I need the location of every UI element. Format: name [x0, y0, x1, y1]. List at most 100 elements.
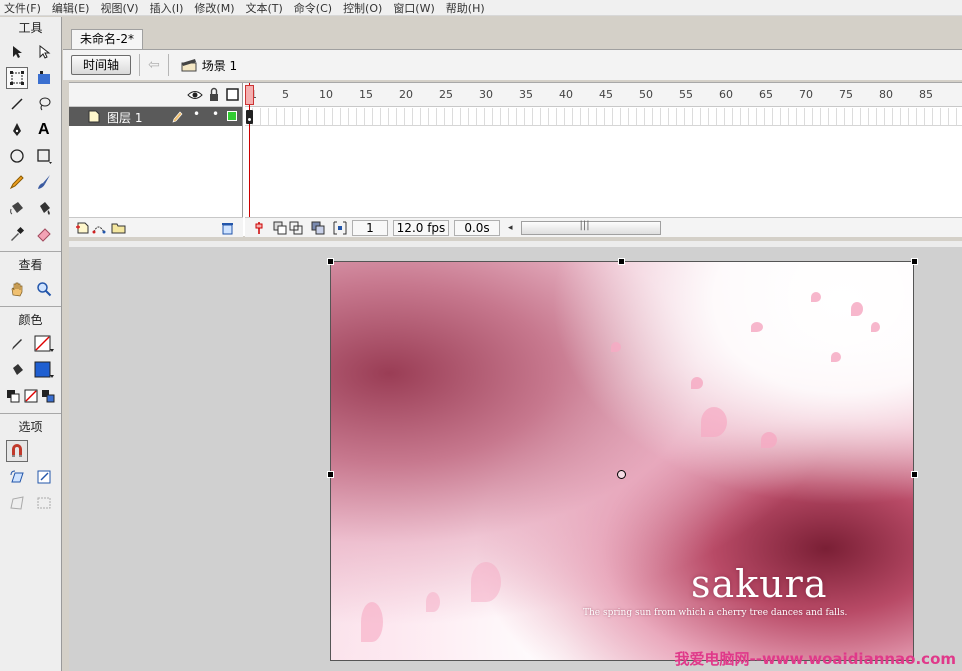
brush-tool-icon[interactable]	[33, 171, 55, 193]
petal	[851, 302, 863, 316]
grip-icon: |||	[579, 219, 590, 231]
edit-bar: 时间轴 ⇦ 场景 1	[63, 49, 962, 80]
layers-header	[69, 83, 242, 107]
tools-panel: 工具 A 查看 颜色 选项	[0, 17, 62, 671]
pen-tool-icon[interactable]	[6, 119, 28, 141]
eyedropper-tool-icon[interactable]	[6, 223, 28, 245]
black-white-icon[interactable]	[4, 385, 22, 407]
snap-to-objects-icon[interactable]	[6, 440, 28, 462]
scale-icon[interactable]	[33, 466, 55, 488]
ruler-label: 50	[639, 88, 653, 101]
ink-bottle-tool-icon[interactable]	[6, 197, 28, 219]
paint-bucket-tool-icon[interactable]	[33, 197, 55, 219]
ruler-label: 35	[519, 88, 533, 101]
stage-area[interactable]: sakura The spring sun from which a cherr…	[69, 241, 962, 671]
delete-layer-icon[interactable]	[221, 221, 234, 235]
petal	[761, 432, 777, 448]
timeline-panel: 图层 1 • • 1 5 10 15 20 25 30	[69, 82, 962, 237]
menu-bar: 文件(F) 编辑(E) 视图(V) 插入(I) 修改(M) 文本(T) 命令(C…	[0, 0, 962, 16]
menu-text[interactable]: 文本(T)	[241, 0, 289, 16]
petal	[426, 592, 440, 612]
outline-icon[interactable]	[226, 88, 239, 101]
ruler-label: 15	[359, 88, 373, 101]
keyframe[interactable]	[246, 110, 253, 124]
frame-ruler[interactable]: 1 5 10 15 20 25 30 35 40 45 50 55 60 65 …	[245, 83, 962, 107]
layer-outline-swatch[interactable]	[227, 111, 237, 121]
edit-multiple-frames-icon[interactable]	[311, 221, 325, 235]
menu-modify[interactable]: 修改(M)	[190, 0, 241, 16]
fill-color-swatch[interactable]	[33, 359, 55, 381]
free-transform-tool-icon[interactable]	[6, 67, 29, 89]
hand-tool-icon[interactable]	[6, 278, 28, 300]
onion-skin-outlines-icon[interactable]	[289, 221, 303, 235]
selection-tool-icon[interactable]	[6, 41, 28, 63]
insert-layer-icon[interactable]	[75, 221, 89, 234]
ruler-label: 40	[559, 88, 573, 101]
clapperboard-icon	[181, 59, 197, 72]
transform-handle-top-center[interactable]	[618, 258, 625, 265]
subselection-tool-icon[interactable]	[33, 41, 55, 63]
transform-handle-middle-left[interactable]	[327, 471, 334, 478]
onion-skin-icon[interactable]	[273, 221, 287, 235]
sakura-logo-text: sakura	[691, 562, 828, 606]
menu-file[interactable]: 文件(F)	[0, 0, 48, 16]
menu-control[interactable]: 控制(O)	[339, 0, 389, 16]
current-frame-field[interactable]: 1	[352, 219, 388, 236]
rectangle-tool-icon[interactable]	[33, 145, 55, 167]
line-tool-icon[interactable]	[6, 93, 28, 115]
transform-handle-middle-right[interactable]	[911, 471, 918, 478]
pencil-tool-icon[interactable]	[6, 171, 28, 193]
zoom-tool-icon[interactable]	[33, 278, 55, 300]
eye-icon[interactable]	[187, 89, 203, 101]
view-title: 查看	[18, 258, 43, 272]
petal	[691, 377, 703, 389]
playhead-handle[interactable]	[245, 85, 254, 105]
add-motion-guide-icon[interactable]	[91, 221, 107, 234]
center-frame-icon[interactable]	[253, 221, 265, 235]
petal	[611, 342, 621, 352]
ruler-label: 45	[599, 88, 613, 101]
layer-lock-dot[interactable]: •	[212, 107, 219, 121]
menu-edit[interactable]: 编辑(E)	[48, 0, 97, 16]
oval-tool-icon[interactable]	[6, 145, 28, 167]
menu-window[interactable]: 窗口(W)	[389, 0, 441, 16]
stroke-color-swatch[interactable]	[33, 333, 55, 355]
timeline-status-bar: 1 12.0 fps 0.0s ◂ |||	[245, 217, 962, 237]
insert-folder-icon[interactable]	[111, 221, 126, 234]
timeline-toggle-button[interactable]: 时间轴	[71, 55, 131, 75]
lasso-tool-icon[interactable]	[33, 93, 55, 115]
sakura-caption: The spring sun from which a cherry tree …	[583, 608, 848, 618]
scene-breadcrumb[interactable]: 场景 1	[181, 57, 237, 74]
menu-view[interactable]: 视图(V)	[96, 0, 145, 16]
layer-visible-dot[interactable]: •	[193, 107, 200, 121]
frames-panel[interactable]: 1 5 10 15 20 25 30 35 40 45 50 55 60 65 …	[245, 83, 962, 237]
stage-bitmap[interactable]: sakura The spring sun from which a cherr…	[330, 261, 914, 661]
no-color-icon[interactable]	[22, 385, 40, 407]
site-watermark: 我爱电脑网--www.woaidiannao.com	[674, 650, 957, 668]
ruler-label: 25	[439, 88, 453, 101]
back-arrow-icon[interactable]: ⇦	[148, 57, 160, 73]
menu-commands[interactable]: 命令(C)	[290, 0, 339, 16]
frame-rate-field[interactable]: 12.0 fps	[393, 219, 449, 236]
rotate-skew-icon[interactable]	[6, 466, 28, 488]
swap-colors-icon[interactable]	[39, 385, 57, 407]
layer-frames-row[interactable]	[245, 108, 962, 126]
transform-handle-top-right[interactable]	[911, 258, 918, 265]
scroll-left-arrow[interactable]: ◂	[508, 223, 513, 233]
registration-point[interactable]	[617, 470, 626, 479]
modify-onion-markers-icon[interactable]	[333, 221, 347, 235]
ruler-label: 80	[879, 88, 893, 101]
lock-icon[interactable]	[208, 87, 220, 102]
document-tab[interactable]: 未命名-2*	[71, 29, 143, 49]
menu-help[interactable]: 帮助(H)	[442, 0, 492, 16]
ruler-label: 10	[319, 88, 333, 101]
gradient-transform-tool-icon[interactable]	[33, 67, 55, 89]
timeline-hscroll-thumb[interactable]: |||	[520, 219, 661, 235]
text-tool-icon[interactable]: A	[33, 119, 55, 141]
layer-row[interactable]: 图层 1 • •	[69, 107, 242, 126]
transform-handle-top-left[interactable]	[327, 258, 334, 265]
menu-insert[interactable]: 插入(I)	[146, 0, 191, 16]
elapsed-time-field: 0.0s	[454, 219, 500, 236]
eraser-tool-icon[interactable]	[33, 223, 55, 245]
playhead[interactable]	[249, 83, 250, 237]
